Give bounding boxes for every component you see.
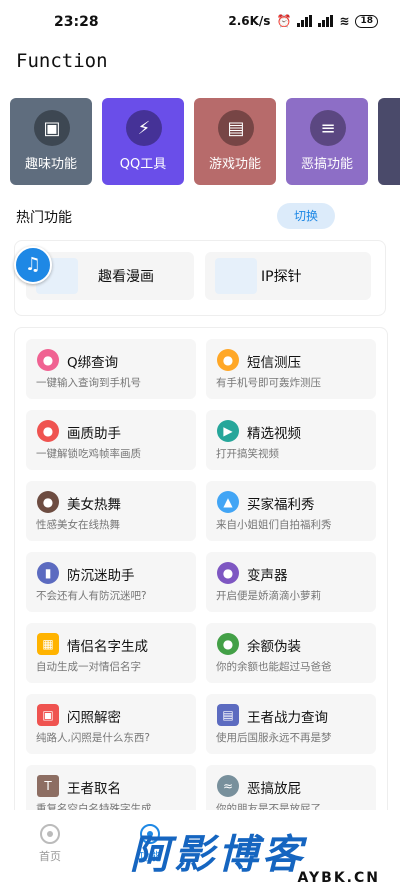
feature-title: 恶搞放屁 [247, 781, 301, 797]
feature-subtitle: 一键输入查询到手机号 [36, 377, 141, 389]
feature-power-query[interactable]: ▤ 王者战力查询 使用后国服永远不再是梦 [206, 694, 376, 754]
feature-title: Q绑查询 [67, 355, 119, 371]
feature-subtitle: 你的余额也能超过马爸爸 [216, 661, 332, 673]
photo-icon: ▣ [37, 704, 59, 726]
status-time: 23:28 [54, 14, 99, 30]
watermark-text: 阿影博客 [130, 832, 306, 878]
document-icon: ≡ [310, 110, 346, 146]
home-icon [40, 824, 60, 844]
battery-icon: 18 [355, 14, 378, 28]
category-fun[interactable]: ▣ 趣味功能 [10, 98, 92, 185]
feature-title: 防沉迷助手 [67, 568, 135, 584]
feature-title: 短信测压 [247, 355, 301, 371]
feature-title: 王者战力查询 [247, 710, 328, 726]
game-icon: ▤ [217, 704, 239, 726]
video-camera-icon: ▶ [217, 420, 239, 442]
feature-title: 变声器 [247, 568, 288, 584]
alarm-icon: ⏰ [276, 14, 292, 28]
feature-subtitle: 使用后国服永远不再是梦 [216, 732, 332, 744]
feature-subtitle: 纯路人,闪照是什么东西? [36, 732, 150, 744]
eggplant-icon: ● [217, 562, 239, 584]
feature-q-bind-query[interactable]: ● Q绑查询 一键输入查询到手机号 [26, 339, 196, 399]
briefcase-icon: ▣ [34, 110, 70, 146]
feature-quality-helper[interactable]: ● 画质助手 一键解锁吃鸡帧率画质 [26, 410, 196, 470]
category-label: QQ工具 [119, 157, 167, 172]
feature-subtitle: 有手机号即可轰炸测压 [216, 377, 321, 389]
hot-item-label: 趣看漫画 [98, 269, 154, 285]
feature-title: 闪照解密 [67, 710, 121, 726]
feature-voice-changer[interactable]: ● 变声器 开启便是娇滴滴小萝莉 [206, 552, 376, 612]
ad-screen-icon: ▤ [218, 110, 254, 146]
category-prank[interactable]: ≡ 恶搞功能 [286, 98, 368, 185]
hot-section-title: 热门功能 [16, 210, 72, 226]
signal-icon-2 [318, 15, 334, 27]
feature-balance-fake[interactable]: ● 余额伪装 你的余额也能超过马爸爸 [206, 623, 376, 683]
wifi-icon: ≋ [339, 14, 350, 28]
status-bar: 23:28 2.6K/s ⏰ ≋ 18 [0, 0, 400, 44]
feature-title: 买家福利秀 [247, 497, 315, 513]
feature-anti-addiction[interactable]: ▮ 防沉迷助手 不会还有人有防沉迷吧? [26, 552, 196, 612]
feature-title: 画质助手 [67, 426, 121, 442]
signal-icon [297, 15, 313, 27]
page-title: Function [16, 50, 108, 72]
chat-bubble-icon: ● [217, 633, 239, 655]
mountain-icon: ▲ [217, 491, 239, 513]
feature-subtitle: 不会还有人有防沉迷吧? [36, 590, 147, 602]
switch-button[interactable]: 切换 [277, 203, 335, 229]
status-icons: 2.6K/s ⏰ ≋ 18 [228, 14, 378, 28]
feature-title: 精选视频 [247, 426, 301, 442]
feature-subtitle: 性感美女在线热舞 [36, 519, 120, 531]
sofa-icon: ● [217, 349, 239, 371]
tornado-icon: ≈ [217, 775, 239, 797]
feature-featured-video[interactable]: ▶ 精选视频 打开搞笑视频 [206, 410, 376, 470]
feature-couple-names[interactable]: ▦ 情侣名字生成 自动生成一对情侣名字 [26, 623, 196, 683]
tab-home[interactable]: 首页 [20, 824, 80, 864]
category-qq-tools[interactable]: ⚡ QQ工具 [102, 98, 184, 185]
feature-buyer-show[interactable]: ▲ 买家福利秀 来自小姐姐们自拍福利秀 [206, 481, 376, 541]
feature-subtitle: 一键解锁吃鸡帧率画质 [36, 448, 141, 460]
feature-title: 王者取名 [67, 781, 121, 797]
category-label: 游戏功能 [208, 157, 261, 172]
watermark: 阿影博客 AYBK.CN [130, 822, 400, 888]
hot-item-ip-probe[interactable]: IP探针 [205, 252, 371, 300]
feature-title: 美女热舞 [67, 497, 121, 513]
category-more[interactable] [378, 98, 400, 185]
music-float-button[interactable]: ♫ [14, 246, 52, 284]
feature-flash-photo-decrypt[interactable]: ▣ 闪照解密 纯路人,闪照是什么东西? [26, 694, 196, 754]
feature-subtitle: 自动生成一对情侣名字 [36, 661, 141, 673]
feature-dance[interactable]: ● 美女热舞 性感美女在线热舞 [26, 481, 196, 541]
calendar-icon: ▦ [37, 633, 59, 655]
hot-item-label: IP探针 [261, 269, 302, 285]
lightning-icon: ⚡ [126, 110, 162, 146]
balloon-icon: ● [37, 420, 59, 442]
girl-icon: ● [37, 491, 59, 513]
watermark-domain: AYBK.CN [297, 870, 380, 886]
lighthouse-icon: ▮ [37, 562, 59, 584]
feature-title: 情侣名字生成 [67, 639, 148, 655]
feature-sms-test[interactable]: ● 短信测压 有手机号即可轰炸测压 [206, 339, 376, 399]
category-label: 趣味功能 [24, 157, 77, 172]
feature-list: ● Q绑查询 一键输入查询到手机号 ● 短信测压 有手机号即可轰炸测压 ● 画质… [14, 327, 388, 819]
tab-label: 首页 [39, 850, 61, 863]
network-speed: 2.6K/s [228, 14, 271, 28]
lion-icon: ● [37, 349, 59, 371]
rocket-illustration-icon [215, 258, 257, 294]
category-row: ▣ 趣味功能 ⚡ QQ工具 ▤ 游戏功能 ≡ 恶搞功能 [10, 98, 400, 188]
feature-subtitle: 开启便是娇滴滴小萝莉 [216, 590, 321, 602]
letter-t-icon: T [37, 775, 59, 797]
category-game[interactable]: ▤ 游戏功能 [194, 98, 276, 185]
feature-subtitle: 打开搞笑视频 [216, 448, 279, 460]
category-label: 恶搞功能 [300, 157, 353, 172]
feature-title: 余额伪装 [247, 639, 301, 655]
feature-subtitle: 来自小姐姐们自拍福利秀 [216, 519, 332, 531]
